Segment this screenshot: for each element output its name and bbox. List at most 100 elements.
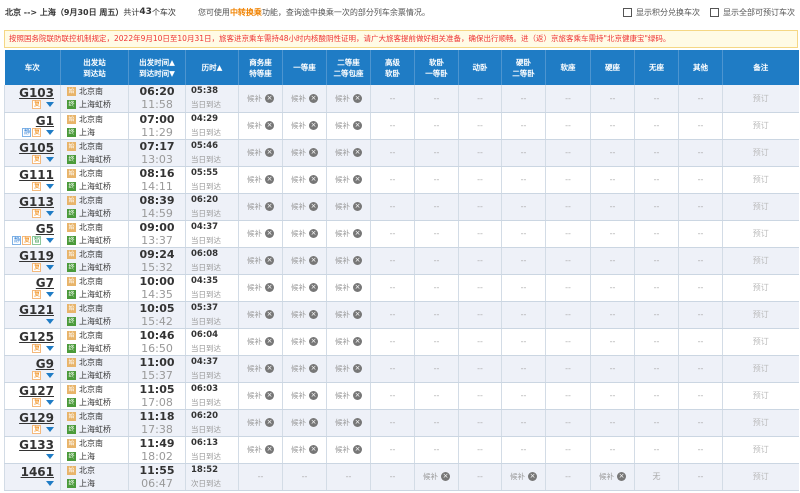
column-header[interactable]: 出发时间▲ 到达时间▼ bbox=[128, 50, 186, 85]
waitlist-close-icon[interactable]: × bbox=[309, 121, 318, 130]
waitlist-close-icon[interactable]: × bbox=[353, 148, 362, 157]
expand-arrow-icon[interactable] bbox=[46, 480, 54, 486]
book-button[interactable]: 预订 bbox=[753, 283, 769, 292]
waitlist-label[interactable]: 候补 bbox=[335, 418, 350, 427]
expand-arrow-icon[interactable] bbox=[46, 237, 54, 243]
waitlist-label[interactable]: 候补 bbox=[291, 445, 306, 454]
waitlist-label[interactable]: 候补 bbox=[335, 121, 350, 130]
waitlist-label[interactable]: 候补 bbox=[247, 175, 262, 184]
waitlist-label[interactable]: 候补 bbox=[247, 310, 262, 319]
seat-cell[interactable]: 候补 × bbox=[326, 328, 371, 356]
seat-cell[interactable]: 候补 × bbox=[326, 112, 371, 140]
waitlist-close-icon[interactable]: × bbox=[353, 93, 362, 103]
seat-cell[interactable]: 候补 × bbox=[282, 166, 327, 194]
seat-cell[interactable]: 候补 × bbox=[238, 382, 283, 410]
seat-cell[interactable]: 候补 × bbox=[282, 193, 327, 221]
waitlist-label[interactable]: 候补 bbox=[291, 94, 306, 103]
seat-cell[interactable]: 候补 × bbox=[282, 139, 327, 167]
seat-cell[interactable]: 候补 × bbox=[326, 247, 371, 275]
waitlist-close-icon[interactable]: × bbox=[353, 391, 362, 400]
seat-cell[interactable]: 候补 × bbox=[238, 166, 283, 194]
waitlist-close-icon[interactable]: × bbox=[309, 283, 318, 292]
seat-cell[interactable]: 候补 × bbox=[238, 112, 283, 140]
seat-cell[interactable]: 候补 × bbox=[326, 301, 371, 329]
train-number-link[interactable]: G103 bbox=[5, 87, 54, 100]
waitlist-close-icon[interactable]: × bbox=[265, 121, 274, 130]
seat-cell[interactable]: 候补 × bbox=[282, 112, 327, 140]
seat-cell[interactable]: 候补 × bbox=[326, 139, 371, 167]
waitlist-label[interactable]: 候补 bbox=[335, 229, 350, 238]
seat-cell[interactable]: 候补 × bbox=[238, 247, 283, 275]
train-number-link[interactable]: G127 bbox=[5, 384, 54, 398]
waitlist-label[interactable]: 候补 bbox=[247, 148, 262, 157]
waitlist-label[interactable]: 候补 bbox=[599, 472, 614, 481]
waitlist-label[interactable]: 候补 bbox=[247, 445, 262, 454]
book-button[interactable]: 预订 bbox=[753, 310, 769, 319]
waitlist-close-icon[interactable]: × bbox=[265, 229, 274, 238]
waitlist-close-icon[interactable]: × bbox=[265, 337, 274, 346]
train-number-link[interactable]: G111 bbox=[5, 168, 54, 182]
waitlist-label[interactable]: 候补 bbox=[247, 229, 262, 238]
seat-cell[interactable]: 候补 × bbox=[282, 436, 327, 464]
waitlist-label[interactable]: 候补 bbox=[335, 148, 350, 157]
waitlist-close-icon[interactable]: × bbox=[309, 310, 318, 319]
waitlist-label[interactable]: 候补 bbox=[247, 94, 262, 103]
expand-arrow-icon[interactable] bbox=[46, 426, 54, 432]
seat-cell[interactable]: 候补 × bbox=[282, 220, 327, 248]
seat-cell[interactable]: 候补 × bbox=[238, 193, 283, 221]
waitlist-close-icon[interactable]: × bbox=[265, 310, 274, 319]
seat-cell[interactable]: 候补 × bbox=[238, 139, 283, 167]
waitlist-label[interactable]: 候补 bbox=[247, 121, 262, 130]
train-number-link[interactable]: G105 bbox=[5, 141, 54, 155]
waitlist-label[interactable]: 候补 bbox=[247, 337, 262, 346]
seat-cell[interactable]: 候补 × bbox=[282, 85, 327, 113]
seat-cell[interactable]: 候补 × bbox=[282, 301, 327, 329]
waitlist-close-icon[interactable]: × bbox=[265, 175, 274, 184]
train-number-link[interactable]: G9 bbox=[5, 357, 54, 371]
expand-arrow-icon[interactable] bbox=[46, 399, 54, 405]
waitlist-close-icon[interactable]: × bbox=[265, 364, 274, 373]
waitlist-label[interactable]: 候补 bbox=[335, 256, 350, 265]
seat-cell[interactable]: 候补 × bbox=[282, 328, 327, 356]
waitlist-close-icon[interactable]: × bbox=[353, 310, 362, 319]
waitlist-label[interactable]: 候补 bbox=[291, 121, 306, 130]
expand-arrow-icon[interactable] bbox=[46, 453, 54, 459]
waitlist-close-icon[interactable]: × bbox=[265, 148, 274, 157]
waitlist-close-icon[interactable]: × bbox=[309, 418, 318, 427]
waitlist-close-icon[interactable]: × bbox=[353, 229, 362, 238]
waitlist-close-icon[interactable]: × bbox=[309, 256, 318, 265]
expand-arrow-icon[interactable] bbox=[46, 291, 54, 297]
column-header[interactable]: 历时▲ bbox=[185, 50, 239, 85]
book-button[interactable]: 预订 bbox=[753, 121, 769, 130]
train-number-link[interactable]: G119 bbox=[5, 249, 54, 263]
book-button[interactable]: 预订 bbox=[753, 364, 769, 373]
train-number-link[interactable]: G113 bbox=[5, 195, 54, 209]
waitlist-close-icon[interactable]: × bbox=[353, 256, 362, 265]
seat-cell[interactable]: 候补 × bbox=[282, 274, 327, 302]
book-button[interactable]: 预订 bbox=[753, 202, 769, 211]
waitlist-close-icon[interactable]: × bbox=[353, 202, 362, 211]
book-button[interactable]: 预订 bbox=[753, 256, 769, 265]
waitlist-close-icon[interactable]: × bbox=[309, 391, 318, 400]
seat-cell[interactable]: 候补 × bbox=[238, 220, 283, 248]
waitlist-close-icon[interactable]: × bbox=[309, 93, 318, 103]
waitlist-close-icon[interactable]: × bbox=[353, 418, 362, 427]
waitlist-close-icon[interactable]: × bbox=[309, 229, 318, 238]
waitlist-close-icon[interactable]: × bbox=[265, 283, 274, 292]
waitlist-label[interactable]: 候补 bbox=[335, 310, 350, 319]
expand-arrow-icon[interactable] bbox=[46, 102, 54, 108]
waitlist-label[interactable]: 候补 bbox=[247, 418, 262, 427]
train-number-link[interactable]: G1 bbox=[5, 114, 54, 128]
book-button[interactable]: 预订 bbox=[753, 337, 769, 346]
seat-cell[interactable]: 候补 × bbox=[326, 274, 371, 302]
seat-cell[interactable]: 候补 × bbox=[238, 301, 283, 329]
seat-cell[interactable]: 候补 × bbox=[282, 247, 327, 275]
seat-cell[interactable]: 候补 × bbox=[282, 409, 327, 437]
train-number-link[interactable]: G125 bbox=[5, 330, 54, 344]
waitlist-label[interactable]: 候补 bbox=[335, 175, 350, 184]
waitlist-close-icon[interactable]: × bbox=[265, 418, 274, 427]
seat-cell[interactable]: 候补 × bbox=[326, 409, 371, 437]
waitlist-close-icon[interactable]: × bbox=[353, 283, 362, 292]
waitlist-close-icon[interactable]: × bbox=[265, 202, 274, 211]
book-button[interactable]: 预订 bbox=[753, 229, 769, 238]
